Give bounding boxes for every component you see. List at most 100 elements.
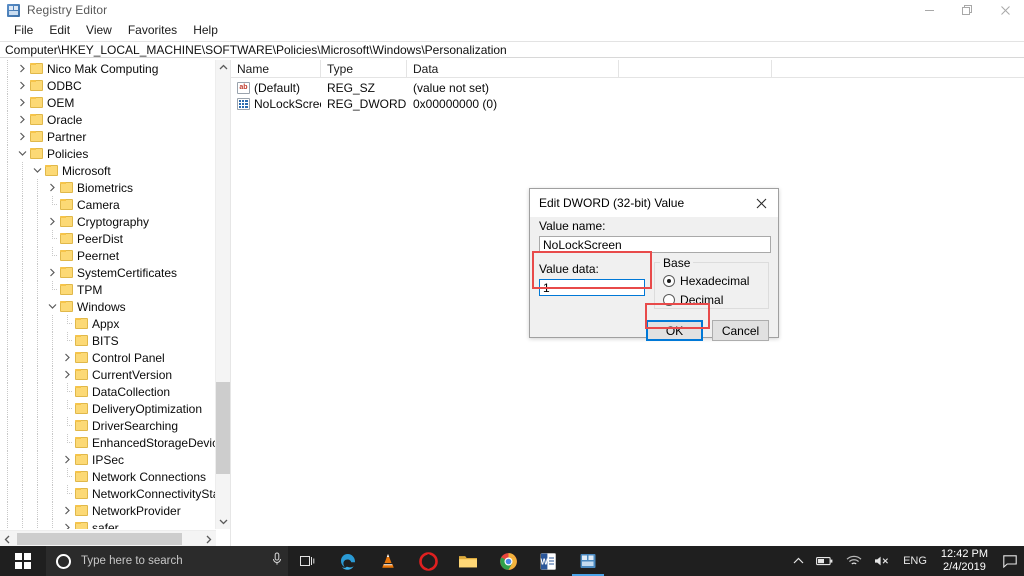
chevron-right-icon[interactable] [15, 128, 30, 145]
battery-icon[interactable] [810, 546, 840, 576]
folder-icon [30, 97, 43, 108]
tree-item-peerdist[interactable]: PeerDist [0, 230, 216, 247]
tree-item-control-panel[interactable]: Control Panel [0, 349, 216, 366]
wifi-icon[interactable] [840, 546, 868, 576]
chevron-right-icon[interactable] [60, 451, 75, 468]
chevron-right-icon[interactable] [15, 60, 30, 77]
tree-item-microsoft[interactable]: Microsoft [0, 162, 216, 179]
tree-scrollbar-thumb[interactable] [216, 382, 230, 474]
ok-button[interactable]: OK [646, 320, 703, 341]
menu-file[interactable]: File [6, 21, 41, 40]
menu-help[interactable]: Help [185, 21, 226, 40]
value-name-input[interactable]: NoLockScreen [539, 236, 771, 253]
tree-item-datacollection[interactable]: DataCollection [0, 383, 216, 400]
scroll-right-arrow-icon[interactable] [201, 531, 216, 546]
column-header-name[interactable]: Name [231, 60, 321, 78]
tree-item-peernet[interactable]: Peernet [0, 247, 216, 264]
tree-item-oem[interactable]: OEM [0, 94, 216, 111]
tree-item-bits[interactable]: BITS [0, 332, 216, 349]
tree-item-enhancedstoragedevices[interactable]: EnhancedStorageDevices [0, 434, 216, 451]
chevron-right-icon[interactable] [60, 366, 75, 383]
column-header-data[interactable]: Data [407, 60, 619, 78]
task-view-button[interactable] [288, 546, 328, 576]
tree-item-odbc[interactable]: ODBC [0, 77, 216, 94]
menu-favorites[interactable]: Favorites [120, 21, 185, 40]
show-hidden-icons-chevron[interactable] [787, 546, 810, 576]
tree-hscrollbar-thumb[interactable] [17, 533, 182, 545]
column-header-type[interactable]: Type [321, 60, 407, 78]
base-option-hexadecimal[interactable]: Hexadecimal [663, 273, 760, 289]
tree-item-deliveryoptimization[interactable]: DeliveryOptimization [0, 400, 216, 417]
tree-horizontal-scrollbar[interactable] [0, 530, 216, 546]
chevron-right-icon[interactable] [60, 519, 75, 529]
menu-edit[interactable]: Edit [41, 21, 78, 40]
tree-item-driversearching[interactable]: DriverSearching [0, 417, 216, 434]
value-row[interactable]: ab (Default) REG_SZ (value not set) [231, 80, 1024, 96]
tree-item-label: safer [92, 520, 119, 530]
value-data-input[interactable]: 1 [539, 279, 645, 296]
maximize-button[interactable] [948, 0, 986, 20]
chevron-right-icon[interactable] [15, 77, 30, 94]
tree-item-camera[interactable]: Camera [0, 196, 216, 213]
taskbar-app-opera[interactable] [408, 546, 448, 576]
tree-vertical-scrollbar[interactable] [215, 60, 230, 529]
address-bar[interactable]: Computer\HKEY_LOCAL_MACHINE\SOFTWARE\Pol… [0, 41, 1024, 58]
start-button[interactable] [0, 546, 46, 576]
values-list[interactable]: ab (Default) REG_SZ (value not set) NoLockSc… [231, 78, 1024, 112]
taskbar-app-file-explorer[interactable] [448, 546, 488, 576]
chevron-right-icon[interactable] [60, 349, 75, 366]
base-option-decimal[interactable]: Decimal [663, 292, 760, 308]
chevron-right-icon[interactable] [45, 264, 60, 281]
radio-decimal-icon[interactable] [663, 294, 676, 306]
chevron-down-icon[interactable] [15, 145, 30, 162]
taskbar-app-vlc[interactable] [368, 546, 408, 576]
chevron-right-icon[interactable] [15, 111, 30, 128]
taskbar-app-word[interactable]: W [528, 546, 568, 576]
tree-item-nico-mak-computing[interactable]: Nico Mak Computing [0, 60, 216, 77]
taskbar-app-registry-editor[interactable] [568, 546, 608, 576]
tree-item-policies[interactable]: Policies [0, 145, 216, 162]
radio-hexadecimal-icon[interactable] [663, 275, 676, 287]
search-input-placeholder[interactable]: Type here to search [81, 555, 272, 567]
tree-item-windows[interactable]: Windows [0, 298, 216, 315]
taskbar-app-chrome[interactable] [488, 546, 528, 576]
menu-view[interactable]: View [78, 21, 120, 40]
chevron-right-icon[interactable] [45, 179, 60, 196]
registry-tree[interactable]: Nico Mak Computing ODBC OEM Oracle Partner Po… [0, 60, 216, 529]
tree-indent-guide [0, 111, 15, 128]
tree-item-network-connections[interactable]: Network Connections [0, 468, 216, 485]
scroll-down-arrow-icon[interactable] [216, 514, 230, 529]
chevron-right-icon[interactable] [60, 502, 75, 519]
scroll-left-arrow-icon[interactable] [0, 531, 15, 546]
tree-item-systemcertificates[interactable]: SystemCertificates [0, 264, 216, 281]
cancel-button[interactable]: Cancel [712, 320, 769, 341]
chevron-down-icon[interactable] [45, 298, 60, 315]
chevron-right-icon[interactable] [15, 94, 30, 111]
tree-item-appx[interactable]: Appx [0, 315, 216, 332]
tree-item-networkconnectivitystatusin[interactable]: NetworkConnectivityStatusIn [0, 485, 216, 502]
microphone-icon[interactable] [272, 552, 282, 571]
tree-item-tpm[interactable]: TPM [0, 281, 216, 298]
taskbar-search-box[interactable]: Type here to search [46, 546, 288, 576]
tree-item-oracle[interactable]: Oracle [0, 111, 216, 128]
tree-item-safer[interactable]: safer [0, 519, 216, 529]
chevron-down-icon[interactable] [30, 162, 45, 179]
tree-item-biometrics[interactable]: Biometrics [0, 179, 216, 196]
chevron-right-icon[interactable] [45, 213, 60, 230]
dialog-close-button[interactable] [744, 189, 778, 217]
tree-item-cryptography[interactable]: Cryptography [0, 213, 216, 230]
scroll-up-arrow-icon[interactable] [216, 60, 230, 75]
taskbar-clock[interactable]: 12:42 PM 2/4/2019 [933, 546, 996, 576]
taskbar-app-edge[interactable] [328, 546, 368, 576]
tree-item-partner[interactable]: Partner [0, 128, 216, 145]
close-button[interactable] [986, 0, 1024, 20]
tree-item-currentversion[interactable]: CurrentVersion [0, 366, 216, 383]
action-center-button[interactable] [996, 546, 1024, 576]
value-row[interactable]: NoLockScreen REG_DWORD 0x00000000 (0) [231, 96, 1024, 112]
tree-item-ipsec[interactable]: IPSec [0, 451, 216, 468]
tree-indent-guide [45, 349, 60, 366]
volume-muted-icon[interactable] [868, 546, 897, 576]
tree-item-networkprovider[interactable]: NetworkProvider [0, 502, 216, 519]
minimize-button[interactable] [910, 0, 948, 20]
language-indicator[interactable]: ENG [897, 546, 933, 576]
